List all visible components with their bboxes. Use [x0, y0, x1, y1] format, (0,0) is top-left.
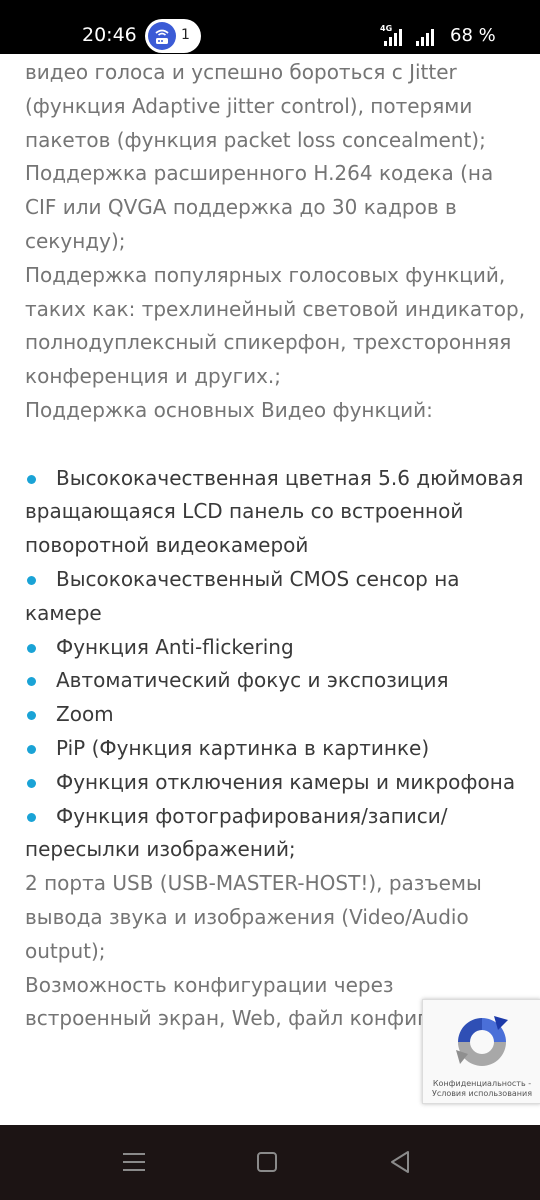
bullet-dot	[27, 778, 36, 788]
bullet-item-continuation: пересылки изображений;	[25, 837, 296, 862]
back-icon[interactable]	[388, 1149, 412, 1175]
status-bar: 20:46 1 4G 68 %	[0, 0, 540, 54]
article-line: видео голоса и успешно бороться с Jitter	[25, 60, 457, 84]
terms-link[interactable]: Условия использования	[432, 1089, 532, 1098]
article-line: 2 порта USB (USB-MASTER-HOST!), разъемы	[25, 871, 482, 896]
article-line: Возможность конфигурации через	[25, 972, 394, 997]
bullet-dot	[27, 677, 36, 687]
bullet-item: Автоматический фокус и экспозиция	[25, 664, 525, 698]
bullet-text: Zoom	[56, 702, 114, 727]
bullet-dot	[27, 744, 36, 754]
article-line: output);	[25, 938, 106, 963]
article-line: CIF или QVGA поддержка до 30 кадров в	[25, 195, 457, 220]
article-line: секунду);	[25, 228, 126, 253]
bullet-dot	[27, 812, 36, 822]
article-line: Поддержка расширенного H.264 кодека (на	[25, 161, 494, 186]
bullet-item-continuation: поворотной видеокамерой	[25, 533, 309, 558]
bullet-item: Функция отключения камеры и микрофона	[25, 766, 525, 800]
link-separator: -	[525, 1079, 532, 1088]
bullet-text: Функция Anti-flickering	[56, 634, 294, 659]
bullet-text: Высококачественный CMOS сенсор на	[56, 566, 460, 591]
bullet-text: Функция отключения камеры и микрофона	[56, 769, 516, 794]
recaptcha-badge[interactable]: Конфиденциальность - Условия использован…	[422, 999, 540, 1104]
bullet-item: Функция Anti-flickering	[25, 631, 525, 665]
bullet-text: PiP (Функция картинка в картинке)	[56, 735, 430, 760]
bullet-dot	[27, 643, 36, 653]
article-line: пакетов (функция packet loss concealment…	[25, 127, 486, 152]
notification-chip[interactable]: 1	[145, 19, 201, 53]
battery-percent: 68 %	[450, 25, 496, 46]
privacy-link[interactable]: Конфиденциальность	[433, 1079, 526, 1088]
bullet-item: Высококачественный CMOS сенсор на	[25, 563, 525, 597]
bullet-text: Автоматический фокус и экспозиция	[56, 668, 449, 693]
signal-strength-icon	[384, 29, 402, 46]
bullet-item: Функция фотографирования/записи/	[25, 800, 525, 834]
bullet-text: Функция фотографирования/записи/	[56, 803, 448, 828]
bullet-text: Высококачественная цветная 5.6 дюймовая	[56, 465, 524, 490]
bullet-dot	[27, 575, 36, 585]
bullet-dot	[27, 474, 36, 484]
article-body: видео голоса и успешно бороться с Jitter…	[25, 56, 525, 1036]
article-line: таких как: трехлинейный световой индикат…	[25, 296, 526, 321]
home-icon[interactable]	[256, 1149, 280, 1175]
bullet-item: Высококачественная цветная 5.6 дюймовая	[25, 462, 525, 496]
navigation-bar	[0, 1125, 540, 1200]
bullet-item: Zoom	[25, 698, 525, 732]
article-line: полнодуплексный спикерфон, трехсторонняя	[25, 330, 512, 355]
article-line: (функция Adaptive jitter control), потер…	[25, 93, 473, 118]
article-line: Поддержка популярных голосовых функций,	[25, 262, 506, 287]
status-time: 20:46	[82, 24, 137, 46]
bullet-dot	[27, 711, 36, 721]
notification-count: 1	[181, 27, 190, 43]
recaptcha-icon	[456, 1016, 508, 1066]
bullet-item: PiP (Функция картинка в картинке)	[25, 732, 525, 766]
article-line: конференция и других.;	[25, 364, 282, 389]
article-line: Поддержка основных Видео функций:	[25, 397, 433, 422]
bullet-item-continuation: вращающаяся LCD панель со встроенной	[25, 499, 464, 524]
bullet-item-continuation: камере	[25, 600, 102, 625]
article-line: вывода звука и изображения (Video/Audio	[25, 904, 469, 929]
wifi-router-icon	[148, 22, 176, 50]
recaptcha-links: Конфиденциальность - Условия использован…	[423, 1079, 540, 1099]
signal-strength-icon-2	[416, 29, 434, 46]
recents-icon[interactable]	[121, 1149, 147, 1175]
